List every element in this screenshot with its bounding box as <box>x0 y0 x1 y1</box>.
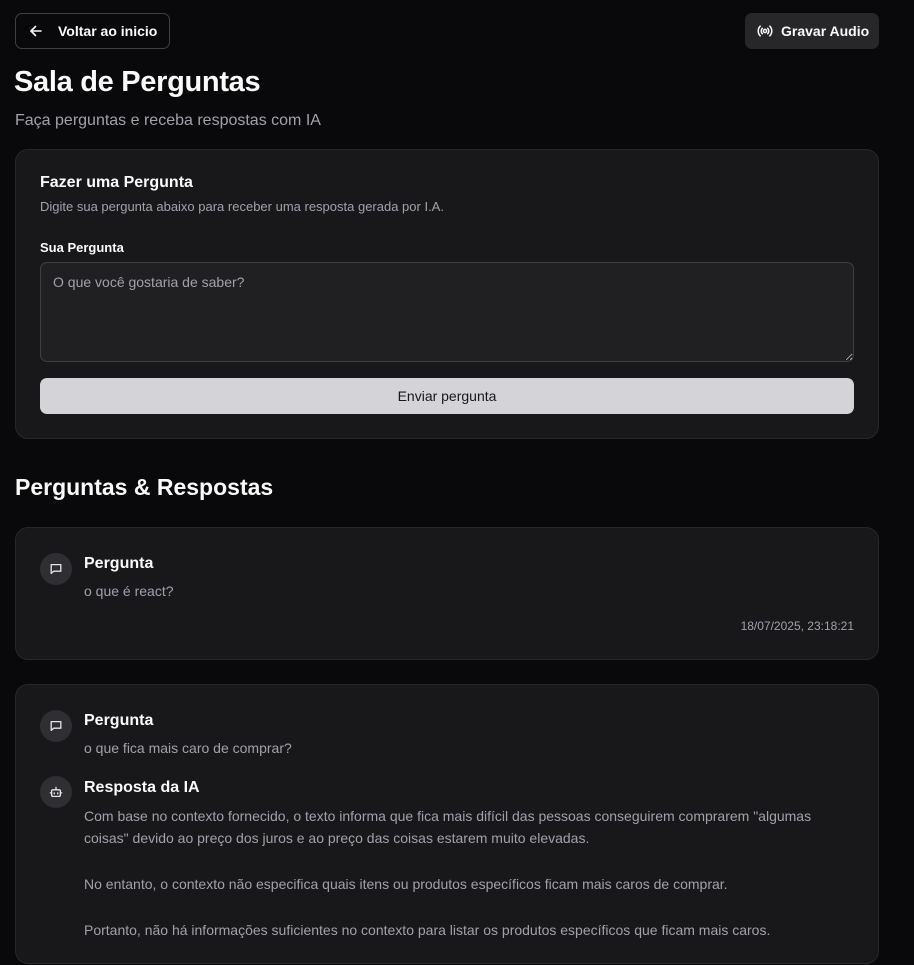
arrow-left-icon <box>28 23 44 39</box>
ask-question-card: Fazer uma Pergunta Digite sua pergunta a… <box>15 149 879 439</box>
question-text: o que fica mais caro de comprar? <box>84 740 292 756</box>
question-field-label: Sua Pergunta <box>40 240 124 255</box>
page-title: Sala de Perguntas <box>14 66 261 98</box>
radio-icon <box>757 23 773 39</box>
qa-card: Pergunta o que fica mais caro de comprar… <box>15 684 879 964</box>
record-audio-label: Gravar Audio <box>781 23 870 39</box>
page-subtitle: Faça perguntas e receba respostas com IA <box>15 112 321 129</box>
question-heading: Pergunta <box>84 555 154 572</box>
question-avatar <box>40 553 72 585</box>
message-square-icon <box>49 562 63 576</box>
message-square-icon <box>49 719 63 733</box>
answer-text: Com base no contexto fornecido, o texto … <box>84 805 856 965</box>
question-input[interactable] <box>40 262 854 362</box>
ask-card-title: Fazer uma Pergunta <box>40 174 193 191</box>
ask-card-description: Digite sua pergunta abaixo para receber … <box>40 199 444 214</box>
question-heading: Pergunta <box>84 712 154 729</box>
back-button-label: Voltar ao inicio <box>58 23 158 39</box>
question-timestamp: 18/07/2025, 23:18:21 <box>740 619 854 633</box>
question-avatar <box>40 710 72 742</box>
record-audio-button[interactable]: Gravar Audio <box>745 13 879 49</box>
answer-paragraph: No entanto, o contexto não especifica qu… <box>84 876 728 892</box>
ai-avatar <box>40 776 72 808</box>
submit-question-button[interactable]: Enviar pergunta <box>40 378 854 414</box>
back-to-home-button[interactable]: Voltar ao inicio <box>15 13 170 49</box>
answer-paragraph: Portanto, não há informações suficientes… <box>84 922 771 938</box>
question-text: o que é react? <box>84 583 174 599</box>
answer-paragraph: Com base no contexto fornecido, o texto … <box>84 808 812 846</box>
answer-heading: Resposta da IA <box>84 779 200 796</box>
top-bar: Voltar ao inicio Gravar Audio <box>15 13 879 49</box>
qa-section-title: Perguntas & Respostas <box>15 474 274 500</box>
qa-card: Pergunta o que é react? 18/07/2025, 23:1… <box>15 527 879 660</box>
bot-icon <box>49 785 63 799</box>
